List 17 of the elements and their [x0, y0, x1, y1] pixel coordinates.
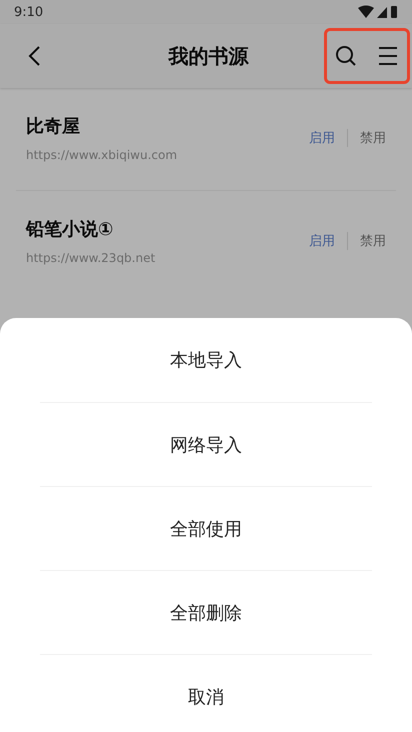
page-title: 我的书源 — [168, 42, 248, 70]
search-icon[interactable] — [335, 45, 357, 67]
source-name: 比奇屋 — [26, 115, 81, 138]
status-icons — [358, 5, 398, 19]
back-icon[interactable] — [27, 45, 41, 67]
sheet-option[interactable]: 网络导入 — [170, 432, 242, 456]
source-url: https://www.23qb.net — [26, 251, 156, 265]
disable-link[interactable]: 禁用 — [348, 129, 386, 147]
sheet-option[interactable]: 取消 — [188, 684, 224, 708]
source-url: https://www.xbiqiwu.com — [26, 148, 178, 162]
disable-link[interactable]: 禁用 — [348, 232, 386, 250]
source-name: 铅笔小说① — [26, 218, 114, 241]
status-time: 9:10 — [14, 4, 44, 20]
sheet-option[interactable]: 全部删除 — [170, 600, 242, 624]
menu-icon[interactable] — [377, 46, 399, 66]
sheet-option[interactable]: 全部使用 — [170, 516, 242, 540]
sheet-option[interactable]: 本地导入 — [170, 348, 242, 372]
